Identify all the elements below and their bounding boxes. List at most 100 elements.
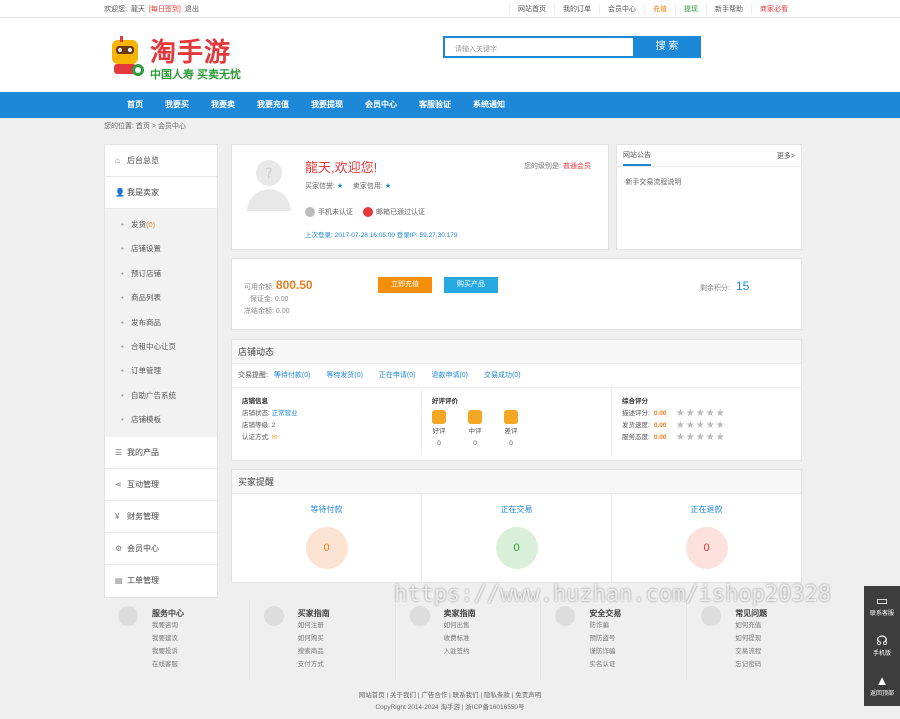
remind-title: 买家提醒 bbox=[232, 470, 801, 494]
mobile-button[interactable]: ☊ 手机版 bbox=[864, 626, 900, 666]
site-logo[interactable]: 淘手游 中国人寿 买卖无忧 bbox=[106, 32, 256, 82]
footer-link[interactable]: 收费标准 bbox=[444, 632, 541, 645]
trade-success[interactable]: 交易成功(0) bbox=[484, 372, 521, 379]
footer-link[interactable]: 支付方式 bbox=[298, 658, 395, 671]
nav-notice[interactable]: 系统通知 bbox=[462, 92, 516, 118]
trade-label: 交易提醒: bbox=[238, 372, 268, 379]
breadcrumb: 您的位置: 首页 > 会员中心 bbox=[104, 123, 186, 130]
remind-refunding[interactable]: 正在退款 0 bbox=[612, 494, 801, 582]
top-link-recharge[interactable]: 充值 bbox=[644, 3, 675, 14]
sidebar-item-ticket[interactable]: ▤ 工单管理 bbox=[105, 565, 217, 597]
trade-refund[interactable]: 退款申请(0) bbox=[431, 372, 468, 379]
footer-link[interactable]: 交易流程 bbox=[735, 645, 832, 658]
footer-link[interactable]: 防诈骗 bbox=[589, 619, 686, 632]
footer-link[interactable]: 我要投诉 bbox=[152, 645, 249, 658]
sidebar-sub-orders[interactable]: 订单管理 bbox=[105, 359, 217, 384]
username-link[interactable]: 龍天 bbox=[131, 6, 145, 13]
logout-link[interactable]: 退出 bbox=[185, 6, 199, 13]
top-bar-links: 网站首页 我的订单 会员中心 充值 提现 新手帮助 商家必看 bbox=[509, 3, 796, 14]
nav-sell[interactable]: 我要卖 bbox=[200, 92, 246, 118]
logo-slogan: 中国人寿 买卖无忧 bbox=[150, 69, 242, 81]
top-link-home[interactable]: 网站首页 bbox=[509, 3, 554, 14]
search-button[interactable]: 搜 索 bbox=[633, 36, 701, 58]
footer-link[interactable]: 入驻签约 bbox=[444, 645, 541, 658]
top-link-withdraw[interactable]: 提现 bbox=[675, 3, 706, 14]
trade-waiting-pay[interactable]: 等待付款(0) bbox=[274, 372, 311, 379]
eval-title: 好评评价 bbox=[432, 398, 458, 405]
sidebar-sub-publish[interactable]: 发布商品 bbox=[105, 311, 217, 336]
points-label: 剩余积分: bbox=[700, 285, 730, 292]
sidebar-item-label: 财务管理 bbox=[127, 511, 159, 521]
remind-waiting-pay[interactable]: 等待付款 0 bbox=[232, 494, 422, 582]
footer-link[interactable]: 我要建议 bbox=[152, 632, 249, 645]
top-link-merchant[interactable]: 商家必看 bbox=[751, 3, 796, 14]
sidebar-item-finance[interactable]: ¥ 财务管理 bbox=[105, 501, 217, 533]
recharge-button[interactable]: 立即充值 bbox=[378, 277, 432, 293]
frozen-value: 0.00 bbox=[275, 308, 290, 315]
nav-buy[interactable]: 我要买 bbox=[154, 92, 200, 118]
search-input[interactable]: 请输入关键字 bbox=[443, 36, 633, 58]
sidebar-sub-product-list[interactable]: 商品列表 bbox=[105, 286, 217, 311]
watermark: https://www.huzhan.com/ishop20328 bbox=[394, 582, 832, 607]
nav-member[interactable]: 会员中心 bbox=[354, 92, 408, 118]
score-label: 发货速度: bbox=[622, 422, 650, 429]
notice-more-link[interactable]: 更多> bbox=[777, 151, 795, 161]
footer-links: 服务中心 我要咨询 我要建议 我要投诉 在线客服 买家指南 如何注册 如何购买 … bbox=[104, 600, 832, 680]
footer-link[interactable]: 实名认证 bbox=[589, 658, 686, 671]
frozen-label: 冻结余额: bbox=[244, 308, 274, 315]
footer-link[interactable]: 如何购买 bbox=[298, 632, 395, 645]
remind-label: 正在交易 bbox=[500, 505, 533, 514]
sidebar-sub-ship[interactable]: 发货(0) bbox=[105, 213, 217, 238]
nav-verify[interactable]: 客服验证 bbox=[408, 92, 462, 118]
notice-item[interactable]: ·新手交易流程说明 bbox=[617, 167, 801, 197]
sidebar-sub-ads[interactable]: 自助广告系统 bbox=[105, 384, 217, 409]
remind-label: 等待付款 bbox=[310, 505, 343, 514]
footer-link[interactable]: 忘记密码 bbox=[735, 658, 832, 671]
buy-product-button[interactable]: 购买产品 bbox=[444, 277, 498, 293]
sidebar-item-interaction[interactable]: ⋖ 互动管理 bbox=[105, 469, 217, 501]
back-to-top-button[interactable]: ▲ 返回顶部 bbox=[864, 666, 900, 706]
footer-link[interactable]: 如何注册 bbox=[298, 619, 395, 632]
top-link-help[interactable]: 新手帮助 bbox=[706, 3, 751, 14]
email-cert[interactable]: 邮箱已通过认证 bbox=[363, 207, 425, 218]
footer-link[interactable]: 在线客服 bbox=[152, 658, 249, 671]
sidebar-sub-rent-center[interactable]: 合租中心让页 bbox=[105, 335, 217, 360]
avatar[interactable]: ? bbox=[244, 155, 294, 211]
nav-recharge[interactable]: 我要充值 bbox=[246, 92, 300, 118]
svg-text:?: ? bbox=[265, 166, 272, 182]
footer-col-safety: 安全交易 防诈骗 预防盗号 谨防诈骗 实名认证 bbox=[541, 600, 688, 680]
nav-home[interactable]: 首页 bbox=[116, 92, 154, 118]
footer-link[interactable]: 如何充值 bbox=[735, 619, 832, 632]
shop-info-title: 店铺信息 bbox=[242, 398, 268, 405]
remind-trading[interactable]: 正在交易 0 bbox=[422, 494, 612, 582]
checkin-link[interactable]: [每日签到] bbox=[149, 6, 181, 13]
phone-cert[interactable]: 手机未认证 bbox=[305, 207, 353, 218]
tab-notice[interactable]: 网站公告 bbox=[623, 145, 651, 166]
trade-waiting-ship[interactable]: 等待发货(0) bbox=[326, 372, 363, 379]
thumbs-up-icon bbox=[432, 410, 446, 424]
star-rating-icon: ★★★★★ bbox=[675, 408, 726, 419]
sidebar-sub-template[interactable]: 店铺模板 bbox=[105, 408, 217, 433]
top-link-member[interactable]: 会员中心 bbox=[599, 3, 644, 14]
footer-link[interactable]: 如何出售 bbox=[444, 619, 541, 632]
contact-service-button[interactable]: ▭ 联系客服 bbox=[864, 586, 900, 626]
footer-link[interactable]: 我要咨询 bbox=[152, 619, 249, 632]
sidebar-item-member[interactable]: ⚙ 会员中心 bbox=[105, 533, 217, 565]
top-link-orders[interactable]: 我的订单 bbox=[554, 3, 599, 14]
rocket-icon: ▲ bbox=[875, 673, 889, 688]
sidebar-item-home[interactable]: ⌂ 后台总览 bbox=[105, 145, 217, 177]
footer-link[interactable]: 预防盗号 bbox=[589, 632, 686, 645]
sidebar-sub-shop-settings[interactable]: 店铺设置 bbox=[105, 237, 217, 262]
hand-icon bbox=[468, 410, 482, 424]
footer-link[interactable]: 搜索商品 bbox=[298, 645, 395, 658]
footer-nav-links[interactable]: 网站首页 | 关于我们 | 广告合作 | 联系我们 | 隐私条款 | 免责声明 bbox=[0, 690, 900, 702]
footer-link[interactable]: 如何提现 bbox=[735, 632, 832, 645]
sidebar-sub-reserve-shop[interactable]: 预订店铺 bbox=[105, 262, 217, 287]
footer-col-title: 安全交易 bbox=[589, 609, 622, 618]
trade-applying[interactable]: 正在申请(0) bbox=[379, 372, 416, 379]
sidebar-item-products[interactable]: ☰ 我的产品 bbox=[105, 437, 217, 469]
nav-withdraw[interactable]: 我要提现 bbox=[300, 92, 354, 118]
footer-link[interactable]: 谨防诈骗 bbox=[589, 645, 686, 658]
eval-count: 0 bbox=[473, 440, 477, 447]
sidebar-item-seller[interactable]: 👤 我是卖家 bbox=[105, 177, 217, 209]
